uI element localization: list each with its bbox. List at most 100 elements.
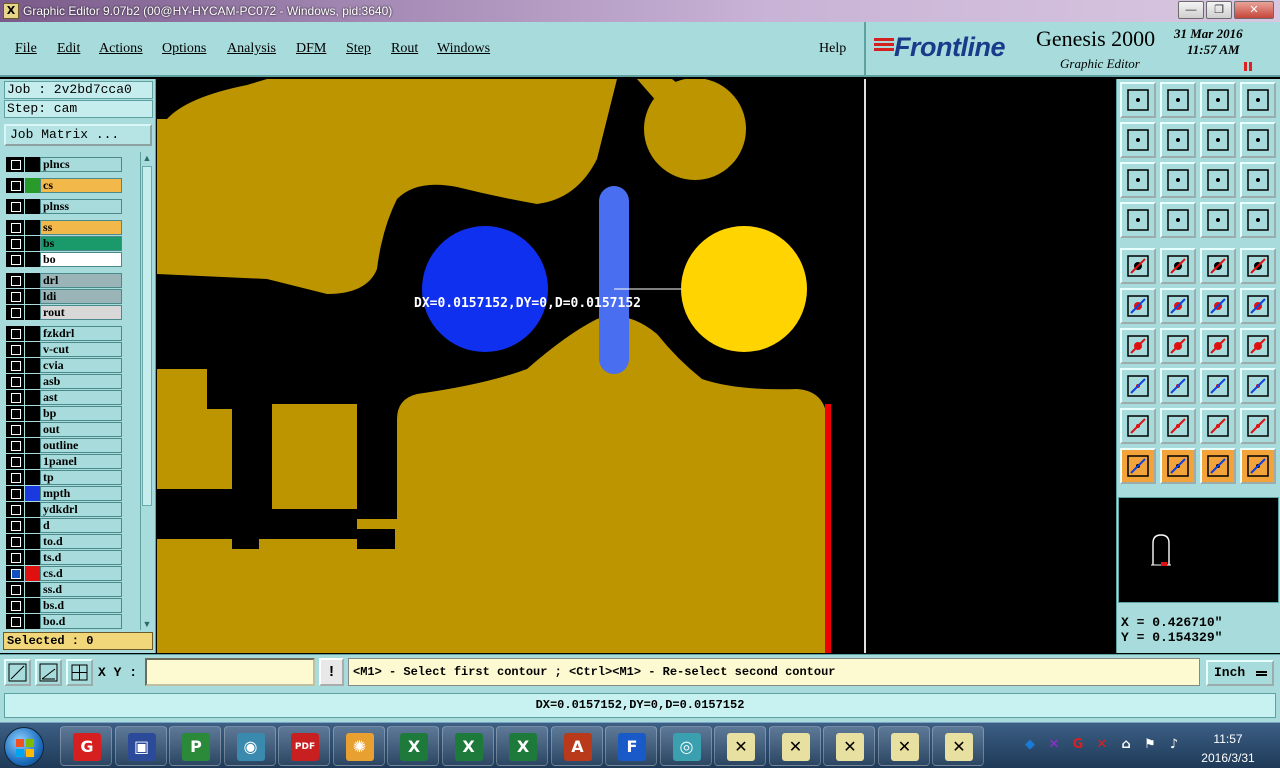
layer-checkbox[interactable] (6, 406, 24, 421)
layer-name[interactable]: 1panel (40, 454, 122, 469)
layer-color-swatch[interactable] (25, 534, 40, 549)
clock-date[interactable]: 2016/3/31 (1192, 751, 1264, 765)
layer-color-swatch[interactable] (25, 273, 40, 288)
layer-checkbox[interactable] (6, 470, 24, 485)
layer-checkbox[interactable] (6, 326, 24, 341)
layer-name[interactable]: bp (40, 406, 122, 421)
layer-name[interactable]: fzkdrl (40, 326, 122, 341)
layer-checkbox[interactable] (6, 502, 24, 517)
triangle-span-icon[interactable] (1240, 408, 1276, 444)
menu-file[interactable]: File (15, 41, 37, 57)
layer-color-swatch[interactable] (25, 326, 40, 341)
layer-name[interactable]: bs (40, 236, 122, 251)
menu-help[interactable]: Help (819, 41, 846, 57)
home-view-icon[interactable] (1200, 82, 1236, 118)
xy-input[interactable] (145, 658, 315, 686)
taskbar-genesis-launcher[interactable]: G (60, 726, 112, 766)
measure-contour-icon[interactable] (1160, 248, 1196, 284)
layer-color-swatch[interactable] (25, 236, 40, 251)
layer-name[interactable]: v-cut (40, 342, 122, 357)
select-box-icon[interactable] (1200, 448, 1236, 484)
layer-checkbox[interactable] (6, 358, 24, 373)
menu-edit[interactable]: Edit (57, 41, 80, 57)
mirror-icon[interactable] (1240, 328, 1276, 364)
triangle-edit-icon[interactable] (1200, 408, 1236, 444)
layer-checkbox[interactable] (6, 486, 24, 501)
undo-zoom-icon[interactable] (1200, 122, 1236, 158)
layer-row-tp[interactable]: tp (4, 470, 140, 485)
taskbar-excel-1[interactable]: X (387, 726, 439, 766)
layer-color-swatch[interactable] (25, 502, 40, 517)
move-point-icon[interactable] (1200, 288, 1236, 324)
graphic-canvas[interactable]: DX=0.0157152,DY=0,D=0.0157152 (157, 79, 864, 653)
layer-checkbox[interactable] (6, 157, 24, 172)
layer-color-swatch[interactable] (25, 470, 40, 485)
layer-row-ldi[interactable]: ldi (4, 289, 140, 304)
snap-point-icon[interactable] (1120, 368, 1156, 404)
grid-icon[interactable] (66, 659, 93, 686)
layer-name[interactable]: cs (40, 178, 122, 193)
layer-row-mpth[interactable]: mpth (4, 486, 140, 501)
layer-name[interactable]: to.d (40, 534, 122, 549)
scale-1-2-icon[interactable] (1200, 162, 1236, 198)
layer-checkbox[interactable] (6, 534, 24, 549)
layer-color-swatch[interactable] (25, 178, 40, 193)
taskbar-cam-tool[interactable]: ◎ (659, 726, 712, 766)
layer-row-ast[interactable]: ast (4, 390, 140, 405)
layer-name[interactable]: out (40, 422, 122, 437)
layer-color-swatch[interactable] (25, 342, 40, 357)
layer-row-ydkdrl[interactable]: ydkdrl (4, 502, 140, 517)
layer-color-swatch[interactable] (25, 614, 40, 629)
menu-rout[interactable]: Rout (391, 41, 418, 57)
layer-compare-icon[interactable] (1200, 202, 1236, 238)
measure-pad-icon[interactable] (1120, 248, 1156, 284)
taskbar-graphic-editor-3[interactable]: ✕ (823, 726, 875, 766)
layer-color-swatch[interactable] (25, 305, 40, 320)
layer-row-bp[interactable]: bp (4, 406, 140, 421)
layer-color-swatch[interactable] (25, 566, 40, 581)
layer-color-swatch[interactable] (25, 422, 40, 437)
layer-name[interactable]: bo.d (40, 614, 122, 629)
select-arrow-icon[interactable] (1120, 448, 1156, 484)
layer-checkbox[interactable] (6, 438, 24, 453)
grid-toggle-icon[interactable] (1160, 202, 1196, 238)
layer-name[interactable]: ydkdrl (40, 502, 122, 517)
pcb-artwork[interactable] (157, 79, 864, 653)
layer-name[interactable]: ldi (40, 289, 122, 304)
layer-row-plncs[interactable]: plncs (4, 157, 140, 172)
distance-box-icon[interactable] (1200, 368, 1236, 404)
layer-checkbox[interactable] (6, 390, 24, 405)
redraw-icon[interactable] (1240, 122, 1276, 158)
layer-name[interactable]: ts.d (40, 550, 122, 565)
layer-checkbox[interactable] (6, 598, 24, 613)
menu-actions[interactable]: Actions (99, 41, 143, 57)
zoom-out-icon[interactable] (1120, 162, 1156, 198)
center-mark-icon[interactable] (1160, 288, 1196, 324)
menu-analysis[interactable]: Analysis (227, 41, 276, 57)
layer-row-bs[interactable]: bs (4, 236, 140, 251)
scroll-down-icon[interactable]: ▼ (141, 618, 153, 630)
arc-measure-icon[interactable] (1200, 328, 1236, 364)
layer-checkbox[interactable] (6, 273, 24, 288)
layer-row-cs[interactable]: cs (4, 178, 140, 193)
layer-name[interactable]: bo (40, 252, 122, 267)
layer-row-v-cut[interactable]: v-cut (4, 342, 140, 357)
layer-row-asb[interactable]: asb (4, 374, 140, 389)
layer-row-fzkdrl[interactable]: fzkdrl (4, 326, 140, 341)
pause-icon[interactable] (1244, 62, 1252, 71)
layer-color-swatch[interactable] (25, 550, 40, 565)
pan-down-icon[interactable] (1160, 82, 1196, 118)
pan-right-icon[interactable] (1160, 122, 1196, 158)
layer-name[interactable]: ss.d (40, 582, 122, 597)
layer-color-swatch[interactable] (25, 486, 40, 501)
layer-checkbox[interactable] (6, 550, 24, 565)
layer-row-plnss[interactable]: plnss (4, 199, 140, 214)
layer-color-swatch[interactable] (25, 454, 40, 469)
layer-row-to.d[interactable]: to.d (4, 534, 140, 549)
layer-name[interactable]: rout (40, 305, 122, 320)
snap-icon[interactable] (35, 659, 62, 686)
layer-color-swatch[interactable] (25, 199, 40, 214)
layer-name[interactable]: cs.d (40, 566, 122, 581)
layer-compare-alt-icon[interactable] (1240, 202, 1276, 238)
layer-row-ss.d[interactable]: ss.d (4, 582, 140, 597)
